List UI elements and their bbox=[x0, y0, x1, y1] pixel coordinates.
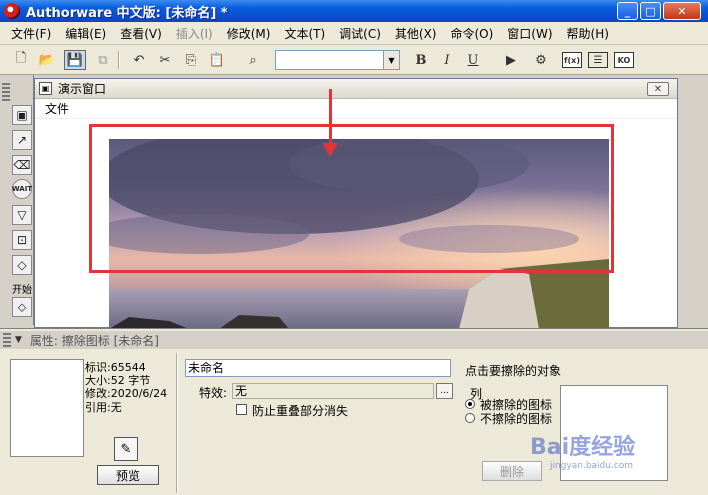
icon-preview-thumbnail bbox=[10, 359, 84, 457]
find-icon[interactable]: ⌕ bbox=[242, 50, 264, 70]
effect-browse-button[interactable]: ... bbox=[436, 383, 453, 399]
menu-insert[interactable]: 插入(I) bbox=[169, 25, 220, 42]
prevent-overlap-checkbox[interactable] bbox=[236, 404, 247, 415]
menu-window[interactable]: 窗口(W) bbox=[500, 25, 559, 42]
flag-icon[interactable]: ⬦ bbox=[12, 297, 32, 317]
menu-command[interactable]: 命令(O) bbox=[443, 25, 500, 42]
radio-kept-icons[interactable] bbox=[465, 413, 475, 423]
radio-erased-icons[interactable] bbox=[465, 399, 475, 409]
presentation-menu-file[interactable]: 文件 bbox=[45, 100, 69, 117]
minimize-button[interactable]: _ bbox=[617, 2, 638, 20]
menu-debug[interactable]: 调试(C) bbox=[332, 25, 388, 42]
copy-icon[interactable]: ⎘ bbox=[180, 50, 202, 70]
maximize-button[interactable]: □ bbox=[640, 2, 661, 20]
collapse-triangle-icon[interactable]: ▼ bbox=[15, 335, 22, 345]
presentation-menu: 文件 bbox=[35, 99, 677, 119]
wait-icon[interactable]: WAIT bbox=[12, 179, 32, 199]
prevent-overlap-label: 防止重叠部分消失 bbox=[252, 404, 349, 418]
framework-icon[interactable]: ⊡ bbox=[12, 230, 32, 250]
presentation-window: ▣ 演示窗口 ✕ 文件 bbox=[34, 78, 678, 329]
title-bar: Authorware 中文版: [未命名] * _ □ ✕ bbox=[0, 0, 708, 22]
highlight-box bbox=[89, 124, 614, 273]
control-panel-icon[interactable]: ⚙ bbox=[530, 50, 552, 70]
bold-button[interactable]: B bbox=[410, 50, 432, 70]
italic-button[interactable]: I bbox=[436, 50, 458, 70]
presentation-close-button[interactable]: ✕ bbox=[647, 82, 669, 96]
decision-icon[interactable]: ◇ bbox=[12, 255, 32, 275]
variables-icon[interactable]: ☰ bbox=[588, 52, 608, 68]
cut-icon[interactable]: ✂ bbox=[154, 50, 176, 70]
arrow-down-icon bbox=[322, 143, 338, 157]
icon-references: 引用:无 bbox=[85, 401, 122, 414]
baidu-watermark: Bai度经验 jingyan.baidu.com bbox=[530, 429, 635, 471]
app-icon bbox=[4, 3, 20, 19]
erase-icon[interactable]: ⌫ bbox=[12, 155, 32, 175]
font-style-combo[interactable]: ▼ bbox=[275, 50, 400, 70]
motion-icon[interactable]: ↗ bbox=[12, 130, 32, 150]
presentation-window-icon: ▣ bbox=[39, 82, 52, 95]
icon-palette: ▣ ↗ ⌫ WAIT ▽ ⊡ ◇ 开始 ⬦ bbox=[0, 75, 34, 325]
navigate-icon[interactable]: ▽ bbox=[12, 205, 32, 225]
toolbar: 🗋 📂 💾 ⧉ ↶ ✂ ⎘ 📋 ⌕ ▼ B I U ▶ ⚙ f(x) ☰ KO bbox=[0, 45, 708, 75]
right-margin bbox=[678, 75, 708, 325]
import-icon[interactable]: ⧉ bbox=[92, 50, 114, 70]
close-button[interactable]: ✕ bbox=[663, 2, 701, 20]
menu-modify[interactable]: 修改(M) bbox=[220, 25, 278, 42]
panel-grip[interactable] bbox=[3, 333, 11, 347]
click-target-hint: 点击要擦除的对象 bbox=[465, 364, 562, 378]
icon-name-input[interactable]: 未命名 bbox=[185, 359, 451, 377]
highlight-arrow bbox=[329, 89, 332, 147]
properties-header[interactable]: ▼ 属性: 擦除图标 [未命名] bbox=[0, 331, 708, 349]
effect-field[interactable]: 无 bbox=[232, 383, 434, 399]
menu-other[interactable]: 其他(X) bbox=[388, 25, 444, 42]
toolbar-separator bbox=[118, 51, 120, 69]
menu-view[interactable]: 查看(V) bbox=[113, 25, 169, 42]
chevron-down-icon[interactable]: ▼ bbox=[383, 51, 399, 69]
menu-edit[interactable]: 编辑(E) bbox=[58, 25, 113, 42]
knowledge-objects-icon[interactable]: KO bbox=[614, 52, 634, 68]
properties-panel: ▼ 属性: 擦除图标 [未命名] 标识:65544 大小:52 字节 修改:20… bbox=[0, 328, 708, 495]
open-folder-icon[interactable]: 📂 bbox=[36, 50, 58, 70]
run-icon[interactable]: ▶ bbox=[500, 50, 522, 70]
window-title: Authorware 中文版: [未命名] * bbox=[26, 5, 228, 21]
panel-divider bbox=[176, 353, 178, 493]
palette-start-label: 开始 bbox=[12, 285, 32, 296]
save-icon[interactable]: 💾 bbox=[64, 50, 86, 70]
watermark-text: Bai度经验 bbox=[530, 435, 636, 460]
new-file-icon[interactable]: 🗋 bbox=[10, 50, 32, 70]
underline-button[interactable]: U bbox=[462, 50, 484, 70]
menu-bar: 文件(F) 编辑(E) 查看(V) 插入(I) 修改(M) 文本(T) 调试(C… bbox=[0, 22, 708, 45]
menu-text[interactable]: 文本(T) bbox=[277, 25, 332, 42]
preview-button[interactable]: 预览 bbox=[97, 465, 159, 485]
watermark-url: jingyan.baidu.com bbox=[550, 461, 634, 471]
display-icon[interactable]: ▣ bbox=[12, 105, 32, 125]
properties-title: 属性: 擦除图标 [未命名] bbox=[29, 333, 159, 348]
menu-file[interactable]: 文件(F) bbox=[4, 25, 58, 42]
radio-kept-label: 不擦除的图标 bbox=[480, 412, 553, 426]
open-script-icon[interactable]: ✎ bbox=[114, 437, 138, 461]
palette-grip[interactable] bbox=[2, 83, 10, 101]
paste-icon[interactable]: 📋 bbox=[206, 50, 228, 70]
presentation-title: 演示窗口 bbox=[58, 82, 107, 96]
undo-icon[interactable]: ↶ bbox=[128, 50, 150, 70]
menu-help[interactable]: 帮助(H) bbox=[560, 25, 616, 42]
effect-label: 特效: bbox=[199, 386, 228, 400]
functions-icon[interactable]: f(x) bbox=[562, 52, 582, 68]
presentation-title-bar: ▣ 演示窗口 ✕ bbox=[35, 79, 677, 99]
